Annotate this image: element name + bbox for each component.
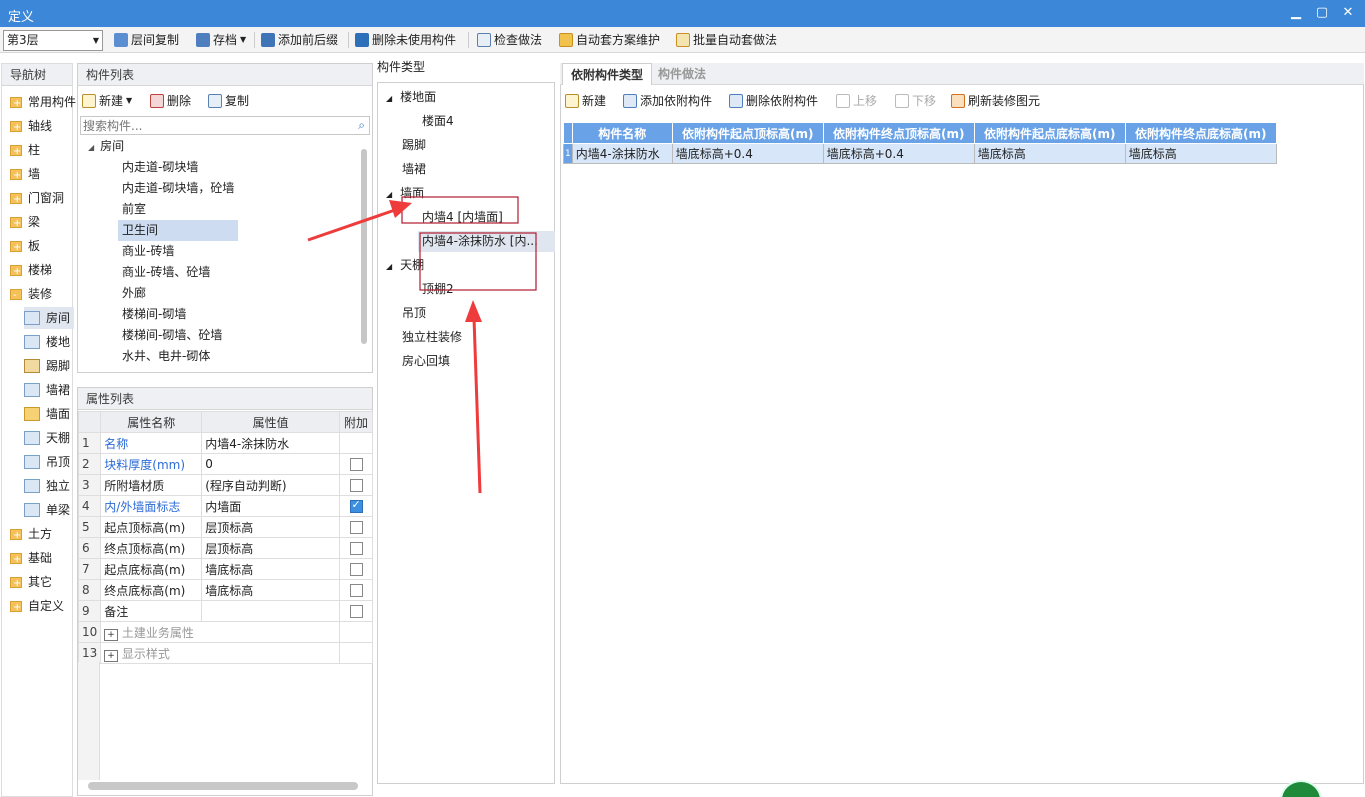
arrow-head	[465, 300, 482, 322]
arrow-line	[307, 208, 396, 242]
arrow-line	[472, 317, 482, 494]
arrow-head	[389, 200, 412, 218]
highlight-box	[419, 232, 537, 291]
annotation-overlay	[307, 196, 537, 494]
highlight-box	[401, 196, 519, 224]
